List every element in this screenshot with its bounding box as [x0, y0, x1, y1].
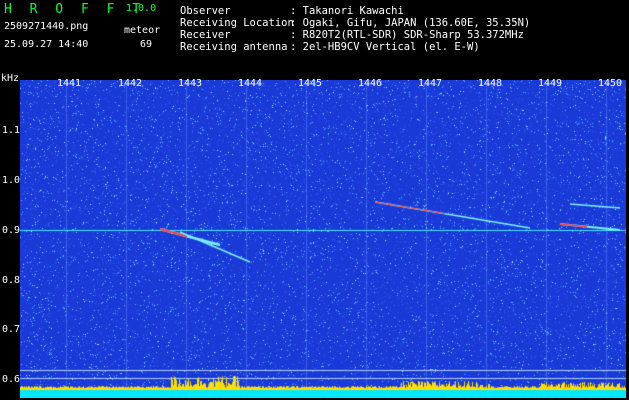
info-receiver-label: Receiver — [180, 29, 231, 41]
info-observer-label: Observer — [180, 5, 231, 17]
time-tick: 1448 — [478, 78, 503, 89]
time-tick: 1442 — [118, 78, 143, 89]
freq-tick: 0.6 — [2, 374, 21, 385]
frequency-unit-label: kHz — [1, 73, 20, 84]
info-antenna-value: : 2el-HB9CV Vertical (el. E-W) — [290, 41, 480, 53]
time-tick: 1441 — [57, 78, 82, 89]
freq-tick: 0.8 — [2, 275, 21, 286]
freq-tick: 0.7 — [2, 324, 21, 335]
time-tick: 1443 — [178, 78, 203, 89]
info-location-label: Receiving Location — [180, 17, 294, 29]
freq-tick: 1.0 — [2, 175, 21, 186]
capture-datetime: 25.09.27 14:40 — [4, 39, 89, 50]
time-axis: 1441 1442 1443 1444 1445 1446 1447 1448 … — [20, 78, 626, 92]
time-tick: 1444 — [238, 78, 263, 89]
time-tick: 1449 — [538, 78, 563, 89]
time-tick: 1445 — [298, 78, 323, 89]
spectrogram-canvas — [20, 80, 626, 398]
time-tick: 1446 — [358, 78, 383, 89]
file-name: 2509271440.png — [4, 21, 89, 32]
info-receiver-value: : R820T2(RTL-SDR) SDR-Sharp 53.372MHz — [290, 29, 524, 41]
info-antenna-label: Receiving antenna — [180, 41, 288, 53]
info-location-value: : Ogaki, Gifu, JAPAN (136.60E, 35.35N) — [290, 17, 531, 29]
info-observer-value: : Takanori Kawachi — [290, 5, 404, 17]
time-tick: 1447 — [418, 78, 443, 89]
freq-tick: 1.1 — [2, 125, 21, 136]
freq-tick: 0.9 — [2, 225, 21, 236]
app-version: 1.0.0 — [126, 3, 157, 14]
time-tick: 1450 — [598, 78, 623, 89]
meteor-label: meteor — [124, 25, 161, 36]
app-title: H R O F F T — [4, 2, 146, 17]
meteor-count: 69 — [140, 39, 153, 50]
